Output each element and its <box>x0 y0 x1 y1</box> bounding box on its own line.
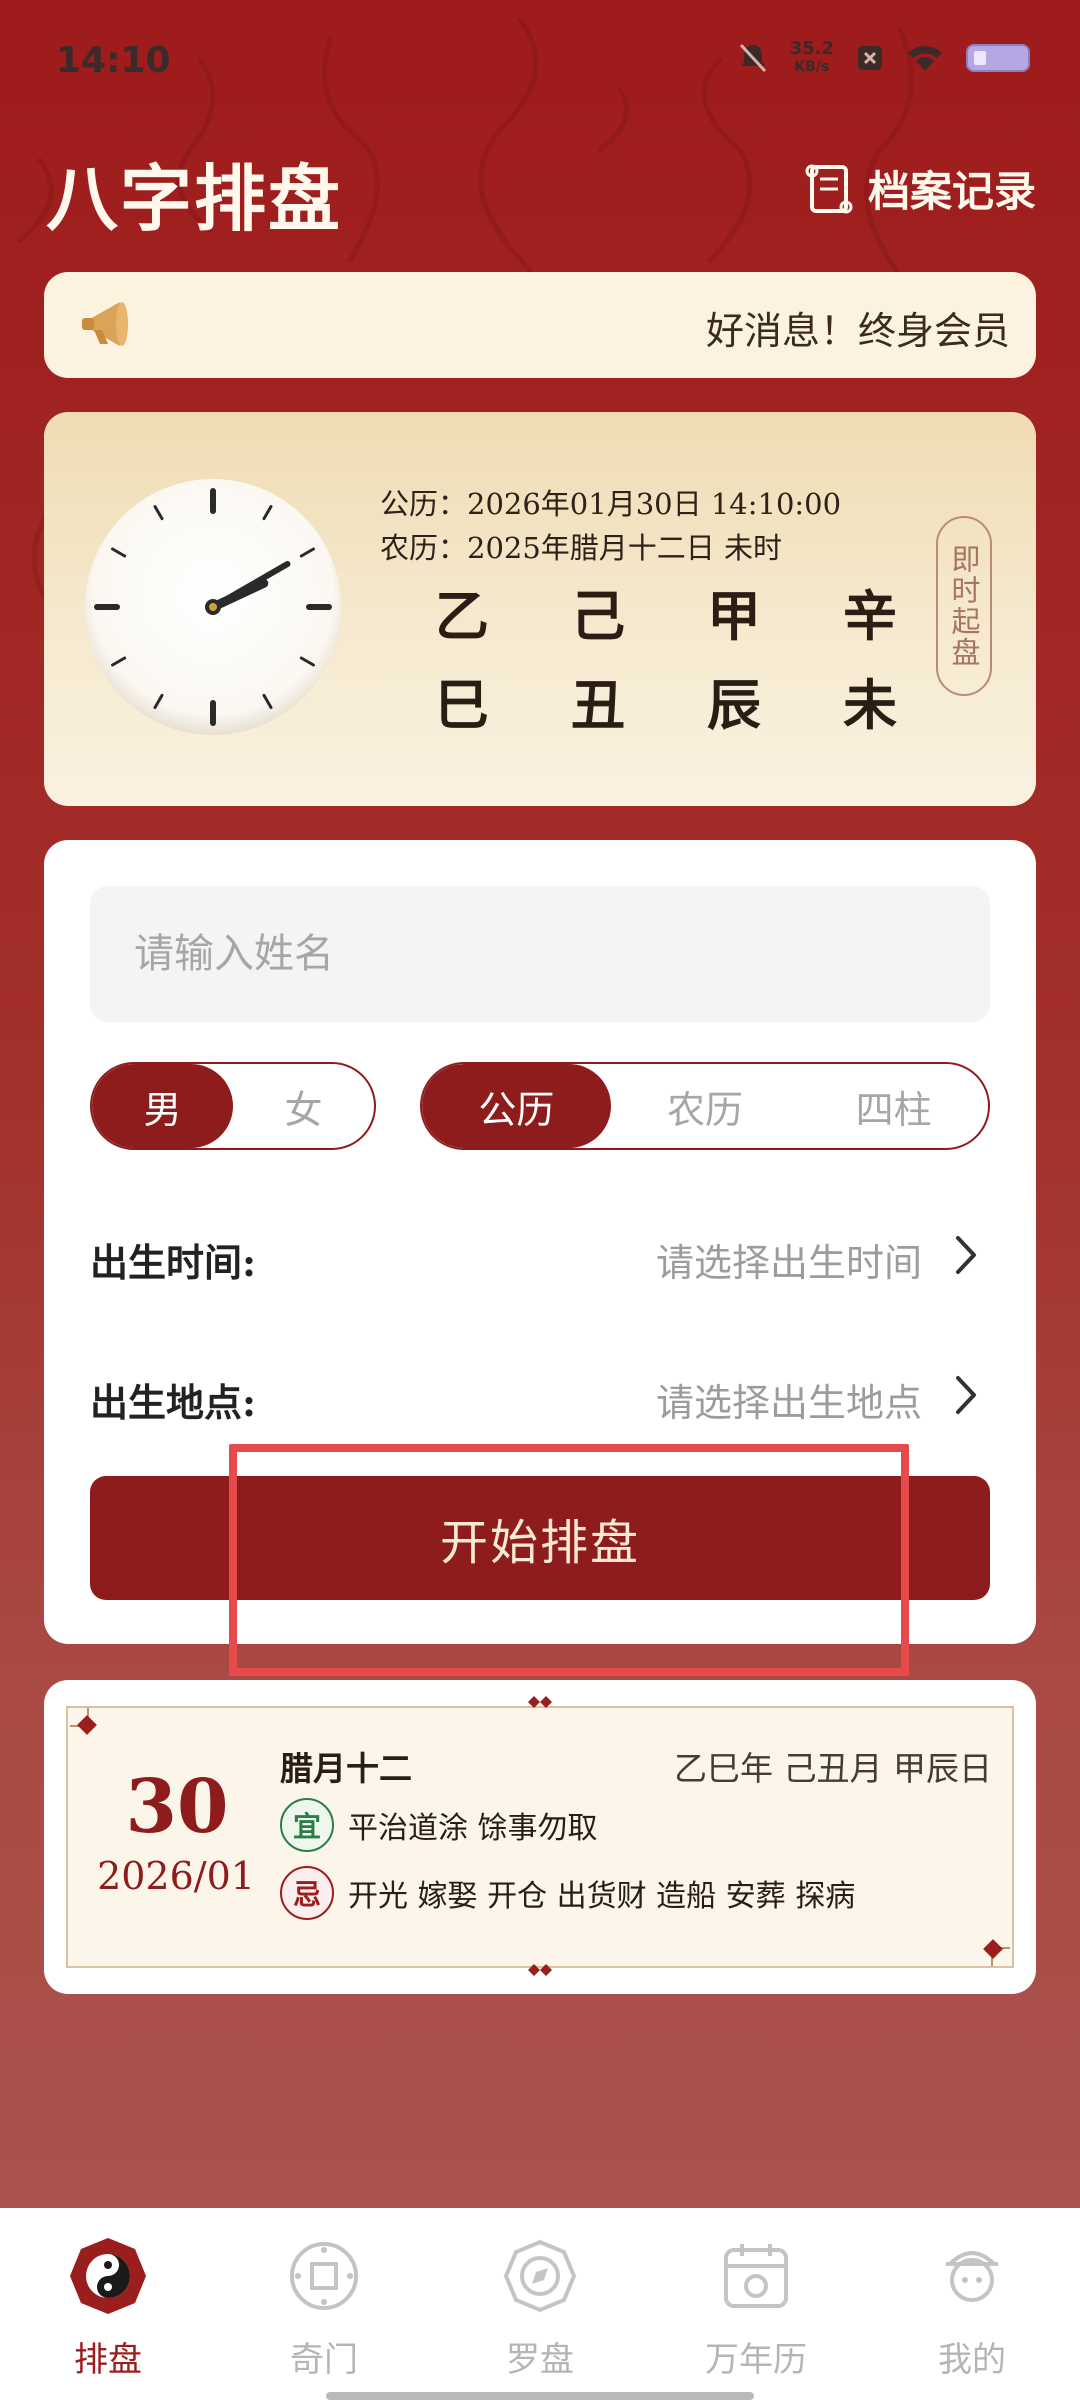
birth-time-row[interactable]: 出生时间: 请选择出生时间 <box>90 1220 990 1290</box>
almanac-card[interactable]: 30 2026/01 腊月十二 乙巳年 己丑月 甲辰日 宜 平治道涂 馀事勿取 … <box>44 1680 1036 1994</box>
date-info: 公历：2026年01月30日 14:10:00 农历：2025年腊月十二日 未时 <box>380 482 841 570</box>
profile-icon <box>945 2251 999 2302</box>
page-title: 八字排盘 <box>46 156 343 241</box>
compass-icon <box>503 2239 577 2313</box>
tab-compass[interactable]: 罗盘 <box>432 2236 648 2386</box>
instant-chart-label: 即时起盘 <box>947 544 981 668</box>
notice-banner[interactable]: 好消息！终身会员 <box>44 272 1036 378</box>
net-speed-value: 35.2 <box>789 38 834 59</box>
diamond-ornament-icon <box>528 1964 552 1976</box>
notice-text: 好消息！终身会员 <box>706 309 1011 353</box>
megaphone-icon <box>82 302 128 346</box>
scroll-icon <box>805 164 853 213</box>
yi-text: 平治道涂 馀事勿取 <box>348 1811 598 1846</box>
stem-year: 乙 <box>435 584 489 648</box>
tab-label: 奇门 <box>290 2340 358 2380</box>
lunar-date: 农历：2025年腊月十二日 未时 <box>380 531 783 565</box>
almanac-yi-row: 宜 平治道涂 馀事勿取 <box>280 1798 598 1852</box>
instant-chart-button[interactable]: 即时起盘 <box>936 516 992 696</box>
diamond-ornament-icon <box>528 1696 552 1708</box>
calendar-icon <box>724 2244 788 2308</box>
stem-hour: 辛 <box>843 584 897 648</box>
tab-label: 万年历 <box>705 2340 807 2380</box>
birth-place-row[interactable]: 出生地点: 请选择出生地点 <box>90 1360 990 1430</box>
birth-time-placeholder: 请选择出生时间 <box>655 1241 922 1285</box>
calendar-solar-option[interactable]: 公历 <box>422 1064 611 1148</box>
birth-time-label: 出生时间: <box>90 1240 257 1285</box>
tab-qimen[interactable]: 奇门 <box>216 2236 432 2386</box>
ji-badge: 忌 <box>280 1866 334 1920</box>
branch-year: 巳 <box>435 673 489 737</box>
status-icons: 35.2 KB/s <box>738 40 1030 76</box>
records-label: 档案记录 <box>867 167 1036 216</box>
tab-profile[interactable]: 我的 <box>864 2236 1080 2386</box>
tab-label: 我的 <box>938 2340 1006 2380</box>
calendar-lunar-option[interactable]: 农历 <box>611 1064 800 1148</box>
clock-icon <box>85 479 341 735</box>
status-time: 14:10 <box>56 40 171 81</box>
chevron-right-icon <box>956 1236 976 1274</box>
bell-muted-icon <box>739 43 766 73</box>
calendar-type-toggle: 公历 农历 四柱 <box>420 1062 990 1150</box>
battery-icon <box>966 44 1030 72</box>
almanac-year-month: 2026/01 <box>97 1854 255 1898</box>
tab-paipan[interactable]: 排盘 <box>0 2236 216 2386</box>
calendar-four-pillars-option[interactable]: 四柱 <box>799 1064 988 1148</box>
current-time-card: 公历：2026年01月30日 14:10:00 农历：2025年腊月十二日 未时… <box>44 412 1036 806</box>
branch-hour: 未 <box>843 673 897 737</box>
net-speed: 35.2 KB/s <box>790 40 834 76</box>
bagua-icon <box>70 2238 146 2314</box>
branch-month: 丑 <box>571 673 625 737</box>
sim-icon <box>858 46 882 70</box>
earthly-branches-row: 巳 丑 辰 未 <box>380 661 930 740</box>
birth-place-label: 出生地点: <box>90 1380 257 1425</box>
gender-male-option[interactable]: 男 <box>92 1064 233 1148</box>
wifi-icon <box>908 46 942 71</box>
heavenly-stems-row: 乙 己 甲 辛 <box>380 572 930 651</box>
almanac-day: 30 <box>125 1764 229 1850</box>
stem-day: 甲 <box>707 584 761 648</box>
almanac-ganzhi: 乙巳年 己丑月 甲辰日 <box>674 1749 992 1788</box>
qimen-icon <box>290 2242 358 2310</box>
name-input[interactable] <box>90 886 990 1022</box>
home-indicator <box>326 2392 754 2400</box>
ji-text: 开光 嫁娶 开仓 出货财 造船 安葬 探病 <box>348 1879 856 1914</box>
corner-ornament-icon <box>983 1939 1010 1966</box>
gender-female-option[interactable]: 女 <box>233 1064 374 1148</box>
almanac-ji-row: 忌 开光 嫁娶 开仓 出货财 造船 安葬 探病 <box>280 1866 855 1920</box>
birth-place-placeholder: 请选择出生地点 <box>655 1381 922 1425</box>
net-speed-unit: KB/s <box>794 59 830 75</box>
tab-calendar[interactable]: 万年历 <box>648 2236 864 2386</box>
tab-label: 罗盘 <box>506 2340 574 2380</box>
tab-label: 排盘 <box>74 2340 142 2380</box>
solar-date: 公历：2026年01月30日 14:10:00 <box>380 487 842 521</box>
corner-ornament-icon <box>70 1708 97 1735</box>
records-button[interactable]: 档案记录 <box>804 158 1036 219</box>
highlight-box <box>229 1444 909 1676</box>
branch-day: 辰 <box>707 673 761 737</box>
yi-badge: 宜 <box>280 1798 334 1852</box>
stem-month: 己 <box>571 584 625 648</box>
status-bar: 14:10 35.2 KB/s <box>0 0 1080 120</box>
four-pillars: 乙 己 甲 辛 巳 丑 辰 未 <box>380 572 930 740</box>
gender-toggle: 男 女 <box>90 1062 376 1150</box>
almanac-lunar-day: 腊月十二 <box>280 1749 412 1788</box>
bottom-tab-bar: 排盘 奇门 罗盘 万年历 我的 <box>0 2208 1080 2408</box>
chevron-right-icon <box>956 1376 976 1414</box>
